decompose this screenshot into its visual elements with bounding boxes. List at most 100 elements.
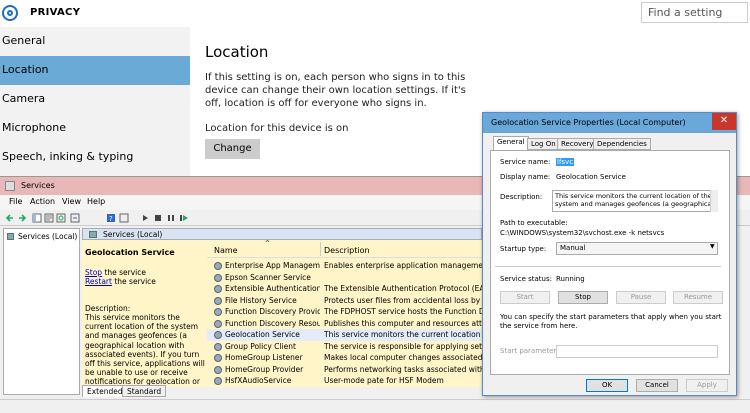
service-description: This service monitors the current locati… <box>85 313 205 396</box>
column-description[interactable]: Description <box>324 246 370 255</box>
tab-recovery[interactable]: Recovery <box>557 138 598 150</box>
nav-item-microphone[interactable]: Microphone <box>0 114 190 143</box>
tab-dependencies[interactable]: Dependencies <box>593 138 651 150</box>
show-hide-tree-icon[interactable] <box>32 213 42 223</box>
table-row[interactable]: HomeGroup Provider Performs networking ta… <box>207 364 487 376</box>
close-button[interactable]: ✕ <box>712 113 736 130</box>
row-description: User-mode pate for HSF Modem <box>324 376 444 385</box>
location-description: If this setting is on, each person who s… <box>205 72 466 109</box>
table-row-selected[interactable]: Geolocation Service This service monitors… <box>207 329 487 341</box>
sort-arrow-icon: ^ <box>265 240 271 247</box>
change-button[interactable]: Change <box>205 139 260 159</box>
list-header: ^ Name Description <box>207 240 487 258</box>
resume-button[interactable]: Resume <box>673 291 723 304</box>
stop-button[interactable]: Stop <box>558 291 608 304</box>
row-name: HsfXAudioService <box>225 376 292 385</box>
menu-help[interactable]: Help <box>87 197 105 206</box>
console-tree: Services (Local) <box>3 228 80 395</box>
row-name: Group Policy Client <box>225 341 296 351</box>
start-parameters-label: Start parameters: <box>500 347 563 355</box>
console-icon[interactable] <box>119 213 129 223</box>
stop-link[interactable]: Stop <box>85 268 102 277</box>
page-title: Location <box>205 43 269 61</box>
start-service-icon[interactable] <box>140 213 150 223</box>
restart-link[interactable]: Restart <box>85 277 112 286</box>
tab-standard[interactable]: Standard <box>122 385 167 397</box>
nav-item-speech[interactable]: Speech, inking & typing <box>0 143 190 172</box>
description-scrollbar[interactable] <box>710 190 718 212</box>
selected-service-name: Geolocation Service <box>85 248 175 257</box>
row-description: Makes local computer changes associated … <box>324 353 484 362</box>
service-name-value[interactable]: lfsvc <box>556 158 575 166</box>
startup-type-label: Startup type: <box>500 245 547 253</box>
view-tabs: Extended Standard <box>82 385 212 397</box>
forward-arrow-icon[interactable] <box>17 213 27 223</box>
service-status-label: Service status: <box>500 275 552 283</box>
extended-view-panel: Geolocation Service Stop the service Res… <box>82 240 207 396</box>
restart-service-icon[interactable] <box>179 213 189 223</box>
dialog-title: Geolocation Service Properties (Local Co… <box>491 118 686 127</box>
back-arrow-icon[interactable] <box>5 213 15 223</box>
table-row[interactable]: File History Service Protects user files … <box>207 295 487 307</box>
table-row[interactable]: HsfXAudioService User-mode pate for HSF M… <box>207 375 487 387</box>
settings-title-bar: PRIVACY Find a setting <box>0 0 750 27</box>
gear-icon <box>214 262 222 270</box>
row-description: Performs networking tasks associated wit… <box>324 364 484 374</box>
row-name: HomeGroup Provider <box>225 364 304 374</box>
startup-type-select[interactable]: Manual <box>556 242 718 255</box>
tab-extended[interactable]: Extended <box>82 385 128 397</box>
menu-file[interactable]: File <box>9 197 22 206</box>
gear-icon <box>214 273 222 282</box>
table-row[interactable]: Epson Scanner Service <box>207 272 487 284</box>
menu-action[interactable]: Action <box>30 197 55 206</box>
tree-item-services-local[interactable]: Services (Local) <box>18 232 77 241</box>
table-row[interactable]: Function Discovery Provide... The FDPHOST… <box>207 306 487 318</box>
nav-item-camera[interactable]: Camera <box>0 85 190 114</box>
display-name-label: Display name: <box>500 173 551 181</box>
refresh-icon[interactable] <box>56 213 66 223</box>
gear-icon <box>214 342 222 351</box>
properties-icon[interactable] <box>44 213 54 223</box>
export-icon[interactable] <box>70 213 80 223</box>
table-row[interactable]: Function Discovery Resourc... Publishes t… <box>207 318 487 330</box>
nav-item-general[interactable]: General <box>0 27 190 56</box>
table-row[interactable]: Group Policy Client The service is respon… <box>207 341 487 353</box>
apply-button[interactable]: Apply <box>686 379 728 392</box>
stop-service-icon[interactable] <box>153 213 163 223</box>
separator <box>495 266 721 267</box>
tab-log-on[interactable]: Log On <box>527 138 560 150</box>
description-box[interactable]: This service monitors the current locati… <box>552 190 718 212</box>
table-row[interactable]: Extensible Authentication P... The Extens… <box>207 283 487 295</box>
row-description: Publishes this computer and resources at… <box>324 318 484 328</box>
cancel-button[interactable]: Cancel <box>636 379 678 392</box>
row-description: The Extensible Authentication Protocol (… <box>324 284 484 293</box>
gear-icon <box>214 377 222 385</box>
table-row[interactable]: HomeGroup Listener Makes local computer c… <box>207 352 487 364</box>
help-icon[interactable]: ? <box>106 213 116 223</box>
gear-icon <box>2 5 18 21</box>
start-parameters-hint: You can specify the start parameters tha… <box>500 313 722 330</box>
pause-button[interactable]: Pause <box>616 291 666 304</box>
stop-suffix: the service <box>102 268 147 277</box>
display-name-value[interactable]: Geolocation Service <box>556 173 626 181</box>
menu-view[interactable]: View <box>62 197 81 206</box>
pause-service-icon[interactable] <box>166 213 176 223</box>
row-name: Epson Scanner Service <box>225 272 311 282</box>
start-button[interactable]: Start <box>500 291 550 304</box>
search-input[interactable]: Find a setting <box>641 2 748 23</box>
pane-title: Services (Local) <box>103 230 163 239</box>
nav-item-location[interactable]: Location <box>0 56 190 85</box>
row-description: The service is responsible for applying … <box>324 341 484 351</box>
column-divider[interactable] <box>320 242 321 256</box>
dialog-title-bar: Geolocation Service Properties (Local Co… <box>483 113 736 133</box>
gear-icon <box>214 354 222 362</box>
services-list: ^ Name Description Enterprise App Manage… <box>207 240 487 387</box>
table-row[interactable]: Enterprise App Managemen... Enables enter… <box>207 260 487 272</box>
tab-general[interactable]: General <box>493 136 529 150</box>
row-name: File History Service <box>225 295 297 305</box>
column-name[interactable]: Name <box>214 246 238 255</box>
ok-button[interactable]: OK <box>586 379 628 392</box>
gear-icon <box>214 319 222 328</box>
gear-icon <box>214 296 222 305</box>
start-parameters-input[interactable] <box>556 345 718 358</box>
